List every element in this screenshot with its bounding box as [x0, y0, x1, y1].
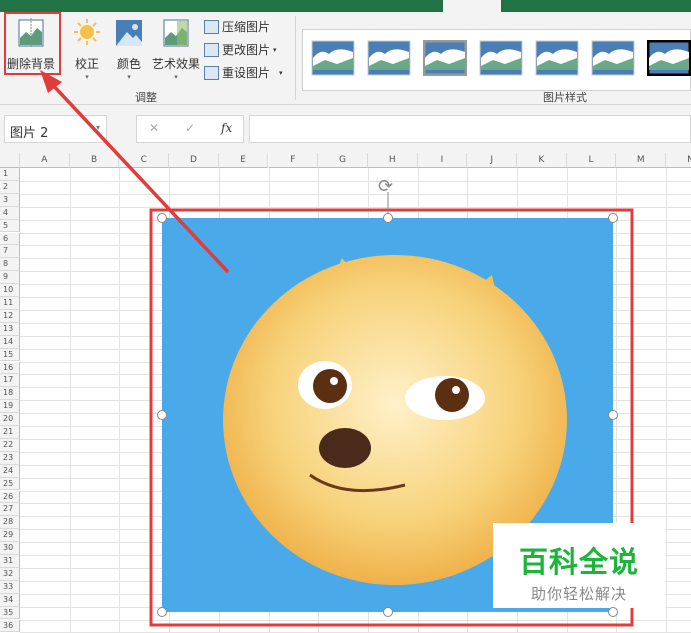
- arrow-line: [48, 80, 230, 274]
- resize-handle[interactable]: [608, 410, 618, 420]
- resize-handle[interactable]: [157, 410, 167, 420]
- resize-handle[interactable]: [608, 607, 618, 617]
- resize-handle[interactable]: [383, 607, 393, 617]
- watermark-subtitle: 助你轻松解决: [530, 585, 627, 603]
- resize-handle[interactable]: [383, 213, 393, 223]
- watermark-title: 百科全说: [518, 545, 639, 579]
- resize-handle[interactable]: [157, 213, 167, 223]
- resize-handle[interactable]: [608, 213, 618, 223]
- resize-handle[interactable]: [157, 607, 167, 617]
- rotate-handle-icon[interactable]: ⟳: [378, 176, 393, 197]
- watermark: 百科全说 助你轻松解决: [493, 523, 665, 608]
